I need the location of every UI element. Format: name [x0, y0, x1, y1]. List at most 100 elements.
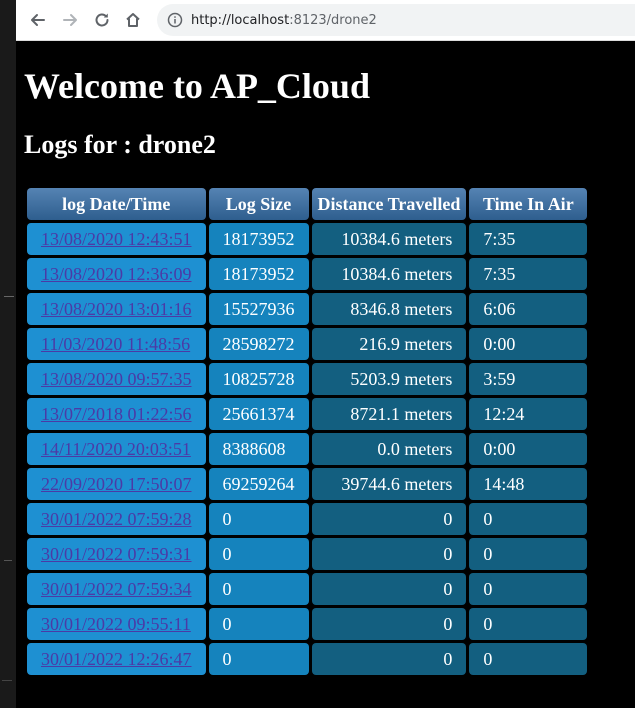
cell-log-size: 10825728	[208, 363, 309, 395]
divider	[2, 680, 12, 681]
table-row: 13/08/2020 09:57:35 10825728 5203.9 meters…	[27, 363, 588, 395]
table-row: 13/08/2020 13:01:16 15527936 8346.8 meters…	[27, 293, 588, 325]
forward-icon[interactable]	[58, 8, 82, 32]
back-icon[interactable]	[26, 8, 50, 32]
log-link[interactable]: 13/08/2020 12:36:09	[41, 264, 192, 284]
log-link[interactable]: 13/07/2018 01:22:56	[41, 404, 192, 424]
cell-log-size: 0	[208, 538, 309, 570]
cell-time-in-air: 0	[469, 538, 588, 570]
cell-date: 13/08/2020 09:57:35	[27, 363, 206, 395]
log-link[interactable]: 30/01/2022 09:55:11	[41, 614, 191, 634]
cell-time-in-air: 7:35	[469, 258, 588, 290]
cell-date: 30/01/2022 12:26:47	[27, 643, 206, 675]
cell-log-size: 25661374	[208, 398, 309, 430]
table-body: 13/08/2020 12:43:51 18173952 10384.6 meter…	[27, 223, 588, 675]
cell-log-size: 8388608	[208, 433, 309, 465]
divider	[4, 296, 14, 297]
cell-time-in-air: 0	[469, 643, 588, 675]
cell-time-in-air: 7:35	[469, 223, 588, 255]
cell-log-size: 15527936	[208, 293, 309, 325]
log-link[interactable]: 13/08/2020 09:57:35	[41, 369, 192, 389]
cell-distance: 8346.8 meters	[311, 293, 467, 325]
column-header-distance: Distance Travelled	[311, 188, 467, 220]
left-edge-strip	[0, 0, 16, 708]
column-header-time: Time In Air	[469, 188, 588, 220]
log-link[interactable]: 13/08/2020 13:01:16	[41, 299, 192, 319]
table-row: 13/07/2018 01:22:56 25661374 8721.1 meters…	[27, 398, 588, 430]
cell-distance: 10384.6 meters	[311, 258, 467, 290]
cell-log-size: 69259264	[208, 468, 309, 500]
cell-time-in-air: 0	[469, 503, 588, 535]
cell-date: 30/01/2022 07:59:34	[27, 573, 206, 605]
table-row: 22/09/2020 17:50:07 69259264 39744.6 meter…	[27, 468, 588, 500]
cell-date: 14/11/2020 20:03:51	[27, 433, 206, 465]
cell-log-size: 18173952	[208, 258, 309, 290]
cell-distance: 0	[311, 643, 467, 675]
table-row: 30/01/2022 07:59:28 0 0 0	[27, 503, 588, 535]
cell-distance: 216.9 meters	[311, 328, 467, 360]
divider	[4, 560, 12, 561]
cell-log-size: 0	[208, 643, 309, 675]
cell-log-size: 0	[208, 573, 309, 605]
cell-date: 13/08/2020 12:36:09	[27, 258, 206, 290]
cell-distance: 0	[311, 503, 467, 535]
url-path: :8123/drone2	[289, 12, 377, 28]
log-link[interactable]: 22/09/2020 17:50:07	[41, 474, 192, 494]
cell-time-in-air: 0	[469, 608, 588, 640]
address-bar[interactable]: http://localhost:8123/drone2	[157, 4, 635, 36]
cell-distance: 39744.6 meters	[311, 468, 467, 500]
info-icon[interactable]	[167, 12, 183, 28]
url-text: http://localhost:8123/drone2	[191, 13, 377, 28]
browser-toolbar: http://localhost:8123/drone2	[16, 0, 635, 41]
home-icon[interactable]	[121, 8, 145, 32]
cell-date: 13/08/2020 13:01:16	[27, 293, 206, 325]
page-subtitle: Logs for : drone2	[24, 130, 216, 159]
table-row: 30/01/2022 12:26:47 0 0 0	[27, 643, 588, 675]
cell-time-in-air: 6:06	[469, 293, 588, 325]
cell-date: 22/09/2020 17:50:07	[27, 468, 206, 500]
cell-time-in-air: 0:00	[469, 328, 588, 360]
cell-distance: 5203.9 meters	[311, 363, 467, 395]
cell-time-in-air: 12:24	[469, 398, 588, 430]
page-title: Welcome to AP_Cloud	[24, 66, 370, 106]
table-row: 30/01/2022 07:59:34 0 0 0	[27, 573, 588, 605]
cell-log-size: 0	[208, 503, 309, 535]
cell-distance: 0	[311, 538, 467, 570]
column-header-date: log Date/Time	[27, 188, 206, 220]
page-content: Welcome to AP_Cloud Logs for : drone2 lo…	[16, 41, 635, 708]
cell-log-size: 18173952	[208, 223, 309, 255]
table-row: 13/08/2020 12:43:51 18173952 10384.6 meter…	[27, 223, 588, 255]
cell-time-in-air: 0:00	[469, 433, 588, 465]
cell-date: 11/03/2020 11:48:56	[27, 328, 206, 360]
reload-icon[interactable]	[90, 8, 114, 32]
cell-time-in-air: 0	[469, 573, 588, 605]
log-link[interactable]: 30/01/2022 07:59:31	[41, 544, 192, 564]
log-link[interactable]: 14/11/2020 20:03:51	[41, 439, 191, 459]
log-link[interactable]: 30/01/2022 07:59:28	[41, 509, 192, 529]
log-link[interactable]: 30/01/2022 12:26:47	[41, 649, 192, 669]
cell-date: 13/08/2020 12:43:51	[27, 223, 206, 255]
cell-date: 30/01/2022 07:59:28	[27, 503, 206, 535]
cell-log-size: 0	[208, 608, 309, 640]
cell-date: 30/01/2022 07:59:31	[27, 538, 206, 570]
cell-log-size: 28598272	[208, 328, 309, 360]
cell-distance: 0	[311, 573, 467, 605]
logs-table: log Date/Time Log Size Distance Travelle…	[24, 185, 590, 678]
log-link[interactable]: 30/01/2022 07:59:34	[41, 579, 192, 599]
cell-distance: 0	[311, 608, 467, 640]
cell-time-in-air: 3:59	[469, 363, 588, 395]
table-row: 11/03/2020 11:48:56 28598272 216.9 meters 0…	[27, 328, 588, 360]
column-header-size: Log Size	[208, 188, 309, 220]
log-link[interactable]: 11/03/2020 11:48:56	[41, 334, 190, 354]
url-host: http://localhost	[191, 12, 290, 28]
table-row: 30/01/2022 09:55:11 0 0 0	[27, 608, 588, 640]
log-link[interactable]: 13/08/2020 12:43:51	[41, 229, 192, 249]
table-row: 14/11/2020 20:03:51 8388608 0.0 meters 0:00	[27, 433, 588, 465]
table-row: 13/08/2020 12:36:09 18173952 10384.6 meter…	[27, 258, 588, 290]
cell-distance: 8721.1 meters	[311, 398, 467, 430]
cell-distance: 10384.6 meters	[311, 223, 467, 255]
cell-date: 13/07/2018 01:22:56	[27, 398, 206, 430]
table-header-row: log Date/Time Log Size Distance Travelle…	[27, 188, 588, 220]
cell-time-in-air: 14:48	[469, 468, 588, 500]
cell-date: 30/01/2022 09:55:11	[27, 608, 206, 640]
